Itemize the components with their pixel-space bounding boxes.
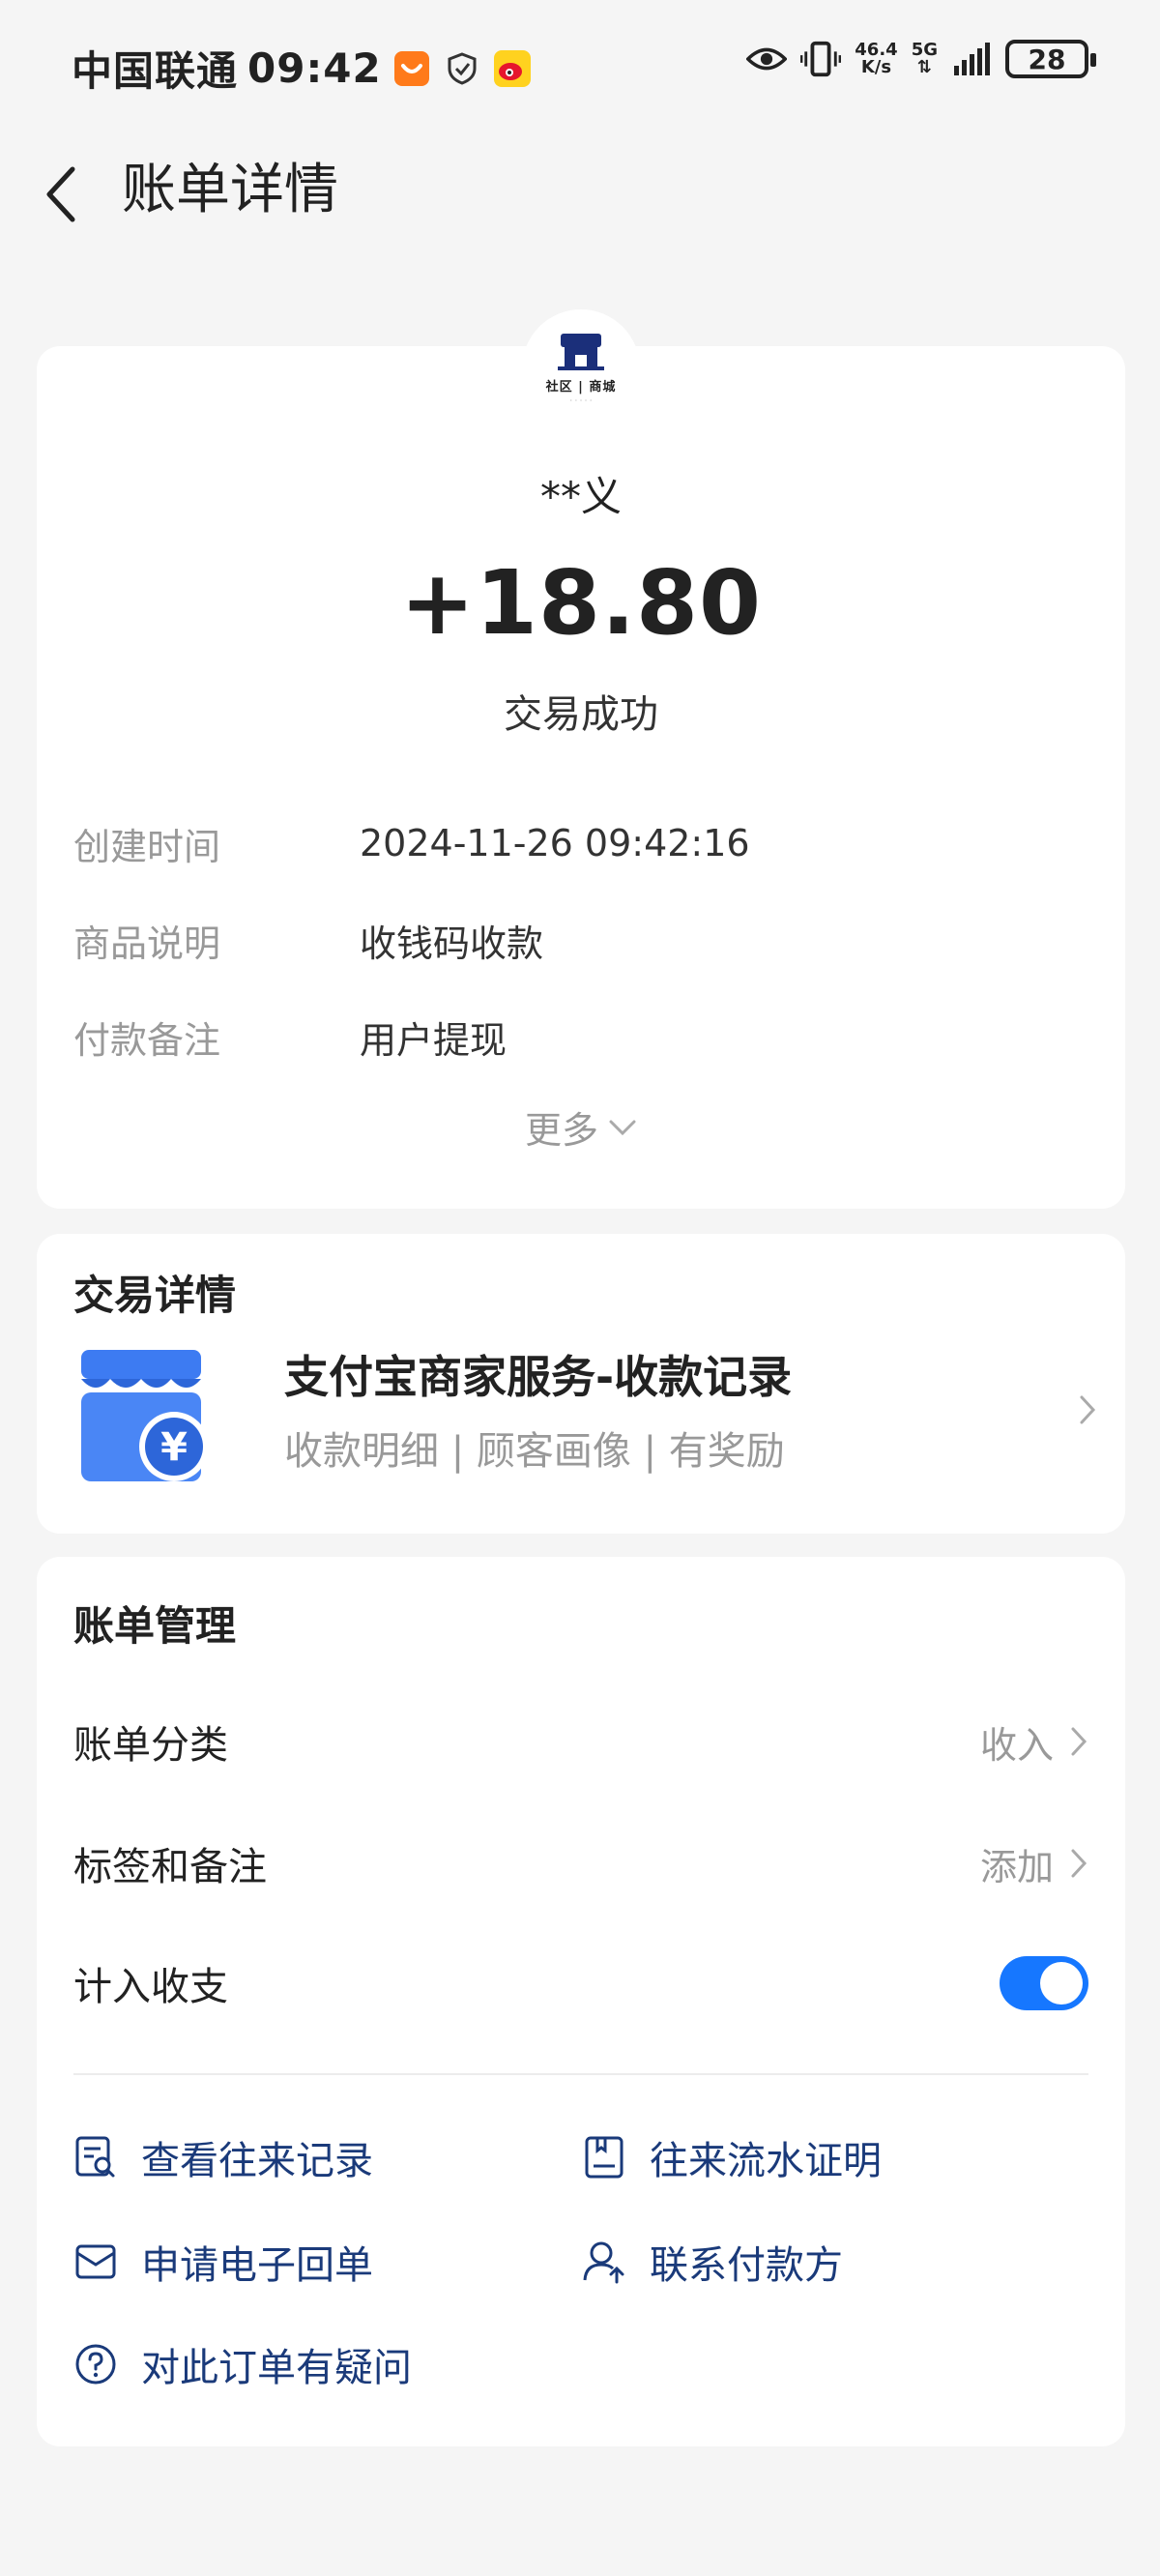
battery-indicator: 28 — [1005, 40, 1096, 78]
contact-person-icon — [582, 2239, 626, 2284]
info-value: 2024-11-26 09:42:16 — [360, 822, 750, 864]
order-question-link[interactable]: 对此订单有疑问 — [73, 2330, 412, 2398]
service-title: 支付宝商家服务-收款记录 — [284, 1351, 793, 1403]
tags-notes-row[interactable]: 标签和备注 添加 — [73, 1830, 1088, 1897]
toggle-knob — [1040, 1962, 1083, 2005]
bill-summary-card: 社区 | 商城 · · · · · **义 +18.80 交易成功 创建时间 2… — [37, 309, 1125, 1209]
eye-icon — [746, 39, 788, 79]
merchant-logo-text: 社区 | 商城 — [545, 380, 617, 395]
more-button[interactable]: 更多 — [37, 1100, 1125, 1154]
info-row-payment-note: 付款备注 用户提现 — [73, 1008, 1088, 1066]
info-label: 付款备注 — [73, 1018, 221, 1062]
payer-name: **义 — [539, 473, 622, 520]
chevron-down-icon — [609, 1120, 636, 1135]
transaction-status: 交易成功 — [504, 692, 658, 737]
info-row-created-time: 创建时间 2024-11-26 09:42:16 — [73, 814, 1088, 872]
merchant-store-icon: ¥ — [73, 1350, 215, 1481]
document-icon — [582, 2135, 626, 2180]
nav-header: 账单详情 — [0, 141, 1160, 248]
merchant-logo: 社区 | 商城 · · · · · — [522, 309, 640, 427]
network-speed: 46.4 K/s — [855, 42, 897, 76]
contact-payer-label: 联系付款方 — [650, 2243, 843, 2288]
section-title-transaction-detail: 交易详情 — [73, 1272, 237, 1319]
chevron-right-icon — [1071, 1727, 1088, 1756]
chevron-right-icon — [1071, 1849, 1088, 1878]
shop-logo-icon — [558, 334, 604, 370]
count-in-balance-toggle[interactable] — [1000, 1956, 1088, 2010]
vibrate-icon — [800, 39, 842, 79]
chevron-right-icon — [1073, 1390, 1102, 1429]
tags-notes-value: 添加 — [979, 1845, 1054, 1888]
bill-category-row[interactable]: 账单分类 收入 — [73, 1708, 1088, 1775]
contact-payer-link[interactable]: 联系付款方 — [582, 2228, 843, 2296]
info-value: 收钱码收款 — [360, 922, 544, 965]
divider — [73, 2073, 1088, 2075]
view-history-label: 查看往来记录 — [141, 2139, 373, 2183]
info-row-product-description: 商品说明 收钱码收款 — [73, 911, 1088, 969]
transaction-amount: +18.80 — [399, 551, 763, 655]
merchant-logo-subtext: · · · · · — [569, 396, 593, 405]
page-title: 账单详情 — [122, 159, 338, 221]
more-label: 更多 — [524, 1109, 598, 1152]
status-bar-right: 46.4 K/s 5G ⇅ 28 — [746, 39, 1096, 79]
status-bar-left: 中国联通 09:42 — [72, 39, 533, 98]
bill-detail-screen: 中国联通 09:42 46.4 K/s 5G ⇅ 28 账单详情 社区 | 商城… — [0, 0, 1160, 2576]
request-receipt-link[interactable]: 申请电子回单 — [73, 2228, 373, 2296]
help-question-icon — [73, 2342, 118, 2386]
taobao-notification-icon — [392, 48, 432, 89]
status-bar: 中国联通 09:42 46.4 K/s 5G ⇅ 28 — [0, 0, 1160, 141]
weibo-notification-icon — [492, 48, 533, 89]
envelope-icon — [73, 2239, 118, 2284]
clock: 09:42 — [247, 44, 382, 92]
transaction-detail-card: 交易详情 ¥ 支付宝商家服务-收款记录 收款明细 | 顾客画像 | 有奖励 — [37, 1234, 1125, 1534]
merchant-service-entry[interactable]: ¥ 支付宝商家服务-收款记录 收款明细 | 顾客画像 | 有奖励 — [73, 1342, 1102, 1487]
record-search-icon — [73, 2135, 118, 2180]
signal-icon — [951, 39, 992, 79]
info-label: 创建时间 — [73, 825, 221, 868]
section-title-bill-management: 账单管理 — [73, 1602, 237, 1650]
count-in-balance-label: 计入收支 — [73, 1965, 228, 2009]
data-arrows-icon: ⇅ — [916, 57, 932, 77]
request-receipt-label: 申请电子回单 — [141, 2243, 373, 2288]
statement-proof-link[interactable]: 往来流水证明 — [582, 2123, 882, 2191]
info-label: 商品说明 — [73, 922, 221, 965]
tags-notes-value-group: 添加 — [980, 1837, 1088, 1890]
order-question-label: 对此订单有疑问 — [141, 2346, 412, 2390]
bill-category-value: 收入 — [979, 1723, 1054, 1767]
bill-category-label: 账单分类 — [73, 1723, 228, 1768]
count-in-balance-row: 计入收支 — [73, 1949, 1088, 2017]
tags-notes-label: 标签和备注 — [73, 1845, 267, 1889]
bill-management-card: 账单管理 账单分类 收入 标签和备注 添加 计入收支 查看往来记录 往来流水证明… — [37, 1557, 1125, 2446]
shield-notification-icon — [442, 48, 482, 89]
view-history-link[interactable]: 查看往来记录 — [73, 2123, 373, 2191]
network-type: 5G ⇅ — [912, 42, 938, 76]
network-speed-unit: K/s — [860, 57, 892, 77]
yen-glyph: ¥ — [160, 1425, 188, 1470]
back-arrow-icon — [46, 166, 75, 222]
statement-proof-label: 往来流水证明 — [650, 2139, 882, 2183]
bill-category-value-group: 收入 — [980, 1715, 1088, 1769]
info-value: 用户提现 — [360, 1018, 508, 1062]
service-subtitle: 收款明细 | 顾客画像 | 有奖励 — [284, 1429, 785, 1474]
carrier-label: 中国联通 — [72, 47, 239, 95]
back-button[interactable] — [37, 161, 83, 228]
